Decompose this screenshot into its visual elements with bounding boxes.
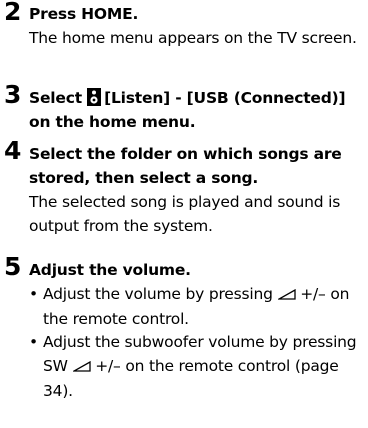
step-description: The selected song is played and sound is… (29, 193, 341, 235)
step-heading: Select [Listen] - [USB (Connected)] on t… (29, 86, 364, 134)
bullet-text: Adjust the volume by pressing +/– on the… (43, 283, 350, 328)
volume-wedge-icon (71, 355, 91, 379)
volume-wedge-icon (276, 283, 296, 307)
step-heading: Press HOME. (29, 5, 139, 23)
step-number: 2 (4, 0, 22, 26)
step-heading: Adjust the volume. (29, 261, 191, 279)
bullet-dot: • (29, 285, 38, 303)
bullet-text: Adjust the subwoofer volume by pressing … (43, 333, 357, 400)
step-heading-part1: Select (29, 89, 82, 107)
speaker-icon (87, 88, 102, 106)
step-heading: Select the folder on which songs are sto… (29, 145, 342, 187)
step-number: 4 (4, 136, 22, 165)
bullet-dot: • (29, 333, 38, 351)
step-number: 3 (4, 80, 22, 109)
step-description: The home menu appears on the TV screen. (29, 29, 357, 47)
step-number: 5 (4, 252, 22, 281)
